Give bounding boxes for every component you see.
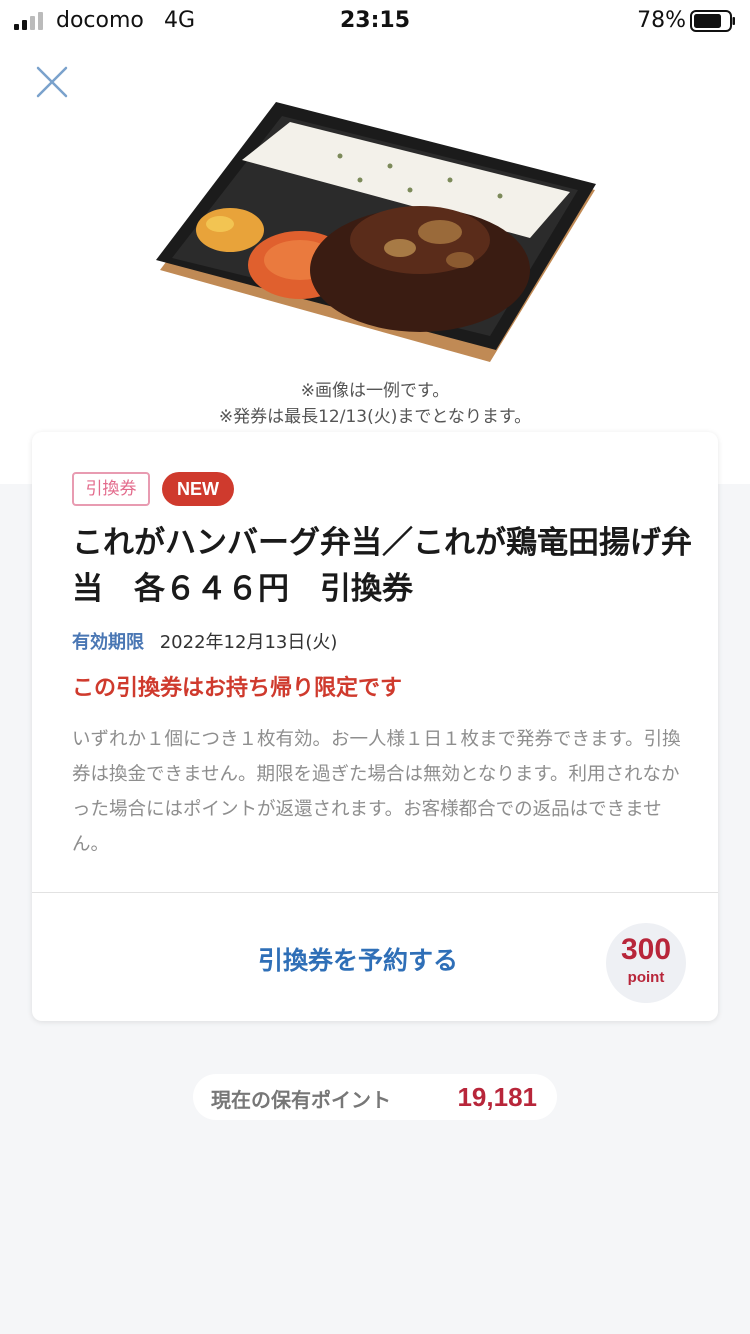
point-cost-unit: point	[627, 969, 665, 986]
voucher-tag: 引換券	[72, 472, 150, 506]
voucher-card: 引換券 NEW これがハンバーグ弁当／これが鶏竜田揚げ弁当 各６４６円 引換券 …	[32, 432, 718, 1021]
takeout-notice: この引換券はお持ち帰り限定です	[72, 676, 403, 701]
point-cost-value: 300	[620, 933, 672, 966]
validity-label: 有効期限	[72, 632, 144, 653]
voucher-title: これがハンバーグ弁当／これが鶏竜田揚げ弁当 各６４６円 引換券	[72, 525, 692, 607]
point-cost-badge: 300 point	[606, 923, 686, 1003]
reserve-voucher-label: 引換券を予約する	[257, 946, 458, 975]
status-bar: docomo 4G 23:15 78%	[0, 0, 750, 42]
validity-date: 2022年12月13日(火)	[159, 632, 338, 653]
battery-icon	[690, 10, 735, 32]
battery-percentage: 78%	[637, 8, 686, 33]
reserve-voucher-button[interactable]: 引換券を予約する 300 point	[32, 893, 718, 1021]
voucher-description: いずれか１個につき１枚有効。お一人様１日１枚まで発券できます。引換券は換金できま…	[72, 729, 681, 855]
close-x-icon	[36, 66, 68, 98]
current-points-label: 現在の保有ポイント	[211, 1088, 391, 1112]
image-caption-example: ※画像は一例です。	[300, 381, 450, 401]
image-caption-issue-deadline: ※発券は最長12/13(火)までとなります。	[218, 407, 532, 427]
new-badge: NEW	[162, 472, 234, 506]
bento-product-image	[156, 102, 596, 362]
close-button[interactable]	[32, 62, 72, 102]
current-points-value: 19,181	[457, 1082, 537, 1112]
validity-row: 有効期限 2022年12月13日(火)	[72, 628, 337, 654]
current-points-pill: 現在の保有ポイント 19,181	[193, 1074, 557, 1120]
